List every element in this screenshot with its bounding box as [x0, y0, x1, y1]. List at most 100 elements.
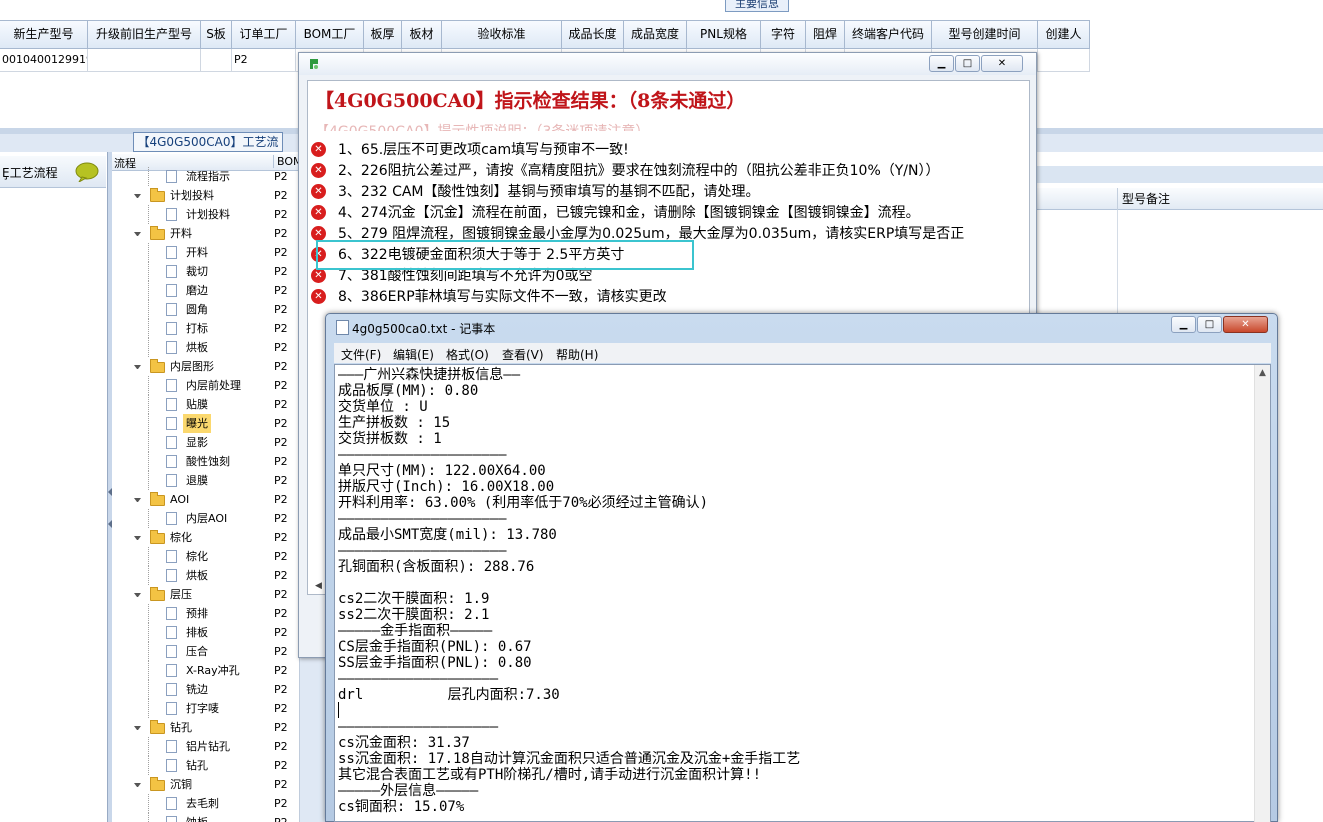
- menu-view[interactable]: 查看(V): [502, 346, 544, 363]
- tree-node[interactable]: 沉铜 P2: [112, 775, 300, 794]
- grid-header-11[interactable]: 字符: [761, 20, 806, 49]
- tree-node[interactable]: 内层前处理 P2: [112, 376, 300, 395]
- grid-header-3[interactable]: 订单工厂: [232, 20, 296, 49]
- tree-node[interactable]: 退膜 P2: [112, 471, 300, 490]
- tree-node[interactable]: 烘板 P2: [112, 338, 300, 357]
- text-line: drl 层孔内面积:7.30: [338, 687, 560, 703]
- tree-node-bom: P2: [274, 284, 288, 297]
- dialog-maximize-button[interactable]: □: [955, 55, 980, 72]
- grid-header-1[interactable]: 升级前旧生产型号: [88, 20, 201, 49]
- tree-node[interactable]: 压合 P2: [112, 642, 300, 661]
- dialog-close-button[interactable]: ✕: [981, 55, 1023, 72]
- tree-node[interactable]: 计划投料 P2: [112, 205, 300, 224]
- expand-arrow-icon[interactable]: [134, 498, 141, 502]
- folder-icon: [150, 530, 165, 544]
- expand-arrow-icon[interactable]: [134, 726, 141, 730]
- expand-arrow-icon[interactable]: [134, 536, 141, 540]
- tree-node[interactable]: 烘板 P2: [112, 566, 300, 585]
- tree-node[interactable]: 蚀板 P2: [112, 813, 300, 822]
- tree-node-label: 磨边: [186, 284, 208, 297]
- text-line: ————————————————————: [338, 447, 507, 463]
- grid-header-7[interactable]: 验收标准: [442, 20, 562, 49]
- grid-header-10[interactable]: PNL规格: [687, 20, 761, 49]
- tree-node[interactable]: 钻孔 P2: [112, 756, 300, 775]
- tree-node-label: 层压: [170, 588, 192, 601]
- issue-item[interactable]: ✕ 4、274沉金【沉金】流程在前面，已镀完镍和金，请删除【图镀铜镍金【图镀铜镍金…: [310, 203, 1026, 223]
- process-flow-tab[interactable]: 【4G0G500CA0】工艺流程: [133, 132, 283, 167]
- tree-node[interactable]: 内层图形 P2: [112, 357, 300, 376]
- grid-header-8[interactable]: 成品长度: [562, 20, 624, 49]
- expand-arrow-icon[interactable]: [134, 194, 141, 198]
- issue-item[interactable]: ✕ 2、226阻抗公差过严，请按《高精度阻抗》要求在蚀刻流程中的（阻抗公差非正负1…: [310, 161, 1026, 181]
- menu-file[interactable]: 文件(F): [341, 346, 381, 363]
- cell-creator[interactable]: [1038, 49, 1090, 72]
- grid-header-12[interactable]: 阻焊: [806, 20, 845, 49]
- tree-node[interactable]: AOI P2: [112, 490, 300, 509]
- right-panel-header: [1035, 188, 1323, 210]
- tree-node[interactable]: 内层AOI P2: [112, 509, 300, 528]
- menu-format[interactable]: 格式(O): [446, 346, 489, 363]
- grid-header-2[interactable]: S板: [201, 20, 232, 49]
- dialog-titlebar[interactable]: [299, 53, 1036, 75]
- grid-header-4[interactable]: BOM工厂: [296, 20, 364, 49]
- document-icon: [166, 455, 177, 468]
- tree-node[interactable]: 酸性蚀刻 P2: [112, 452, 300, 471]
- tree-node[interactable]: 棕化 P2: [112, 547, 300, 566]
- tree-node[interactable]: 铝片钻孔 P2: [112, 737, 300, 756]
- tree-node[interactable]: X-Ray冲孔 P2: [112, 661, 300, 680]
- tree-node-bom: P2: [274, 436, 288, 449]
- expand-arrow-icon[interactable]: [134, 232, 141, 236]
- menu-help[interactable]: 帮助(H): [556, 346, 598, 363]
- grid-header-13[interactable]: 终端客户代码: [845, 20, 932, 49]
- cell-old-model[interactable]: [88, 49, 201, 72]
- tree-node[interactable]: 去毛刺 P2: [112, 794, 300, 813]
- main-info-tab[interactable]: 主要信息: [725, 0, 789, 12]
- issue-item[interactable]: ✕ 8、386ERP菲林填写与实际文件不一致，请核实更改: [310, 287, 1026, 307]
- tree-node[interactable]: 计划投料 P2: [112, 186, 300, 205]
- notepad-close-button[interactable]: ✕: [1223, 316, 1268, 333]
- grid-header-0[interactable]: 新生产型号: [0, 20, 88, 49]
- cell-order-factory[interactable]: P2: [232, 49, 296, 72]
- notepad-maximize-button[interactable]: □: [1197, 316, 1222, 333]
- tree-node[interactable]: 层压 P2: [112, 585, 300, 604]
- issue-item[interactable]: ✕ 3、232 CAM【酸性蚀刻】基铜与预审填写的基铜不匹配，请处理。: [310, 182, 1026, 202]
- tree-node[interactable]: 显影 P2: [112, 433, 300, 452]
- grid-header-14[interactable]: 型号创建时间: [932, 20, 1038, 49]
- tree-node[interactable]: 圆角 P2: [112, 300, 300, 319]
- tree-node[interactable]: 开料 P2: [112, 243, 300, 262]
- text-line: ———广州兴森快捷拼板信息——: [338, 367, 521, 383]
- tree-node[interactable]: 贴膜 P2: [112, 395, 300, 414]
- tree-node[interactable]: 打标 P2: [112, 319, 300, 338]
- tree-node[interactable]: 排板 P2: [112, 623, 300, 642]
- notepad-vertical-scrollbar[interactable]: ▲: [1254, 365, 1270, 822]
- tree-node-bom: P2: [274, 569, 288, 582]
- tree-node[interactable]: 流程指示 P2: [112, 167, 300, 186]
- tree-node[interactable]: 铣边 P2: [112, 680, 300, 699]
- tree-node[interactable]: 磨边 P2: [112, 281, 300, 300]
- expand-arrow-icon[interactable]: [134, 365, 141, 369]
- tree-node[interactable]: 钻孔 P2: [112, 718, 300, 737]
- cell-new-model[interactable]: 0010400129919: [0, 49, 88, 72]
- grid-header-9[interactable]: 成品宽度: [624, 20, 687, 49]
- app-icon: [307, 57, 321, 71]
- tree-node-label: 计划投料: [186, 208, 230, 221]
- tree-node[interactable]: 打字唛 P2: [112, 699, 300, 718]
- grid-header-15[interactable]: 创建人: [1038, 20, 1090, 49]
- cell-s-board[interactable]: [201, 49, 232, 72]
- tree-node-bom: P2: [274, 721, 288, 734]
- grid-header-6[interactable]: 板材: [402, 20, 442, 49]
- notepad-minimize-button[interactable]: ▁: [1171, 316, 1196, 333]
- tree-node[interactable]: 预排 P2: [112, 604, 300, 623]
- menu-edit[interactable]: 编辑(E): [393, 346, 434, 363]
- tree-node[interactable]: 裁切 P2: [112, 262, 300, 281]
- dialog-minimize-button[interactable]: ▁: [929, 55, 954, 72]
- tree-node[interactable]: 曝光 P2: [112, 414, 300, 433]
- expand-arrow-icon[interactable]: [134, 593, 141, 597]
- tree-node[interactable]: 棕化 P2: [112, 528, 300, 547]
- tree-node[interactable]: 开料 P2: [112, 224, 300, 243]
- expand-arrow-icon[interactable]: [134, 783, 141, 787]
- chat-bubble-icon[interactable]: [74, 162, 100, 184]
- text-caret: [338, 702, 339, 718]
- grid-header-5[interactable]: 板厚: [364, 20, 402, 49]
- issue-item[interactable]: ✕ 1、65.层压不可更改项cam填写与预审不一致!: [310, 140, 1026, 160]
